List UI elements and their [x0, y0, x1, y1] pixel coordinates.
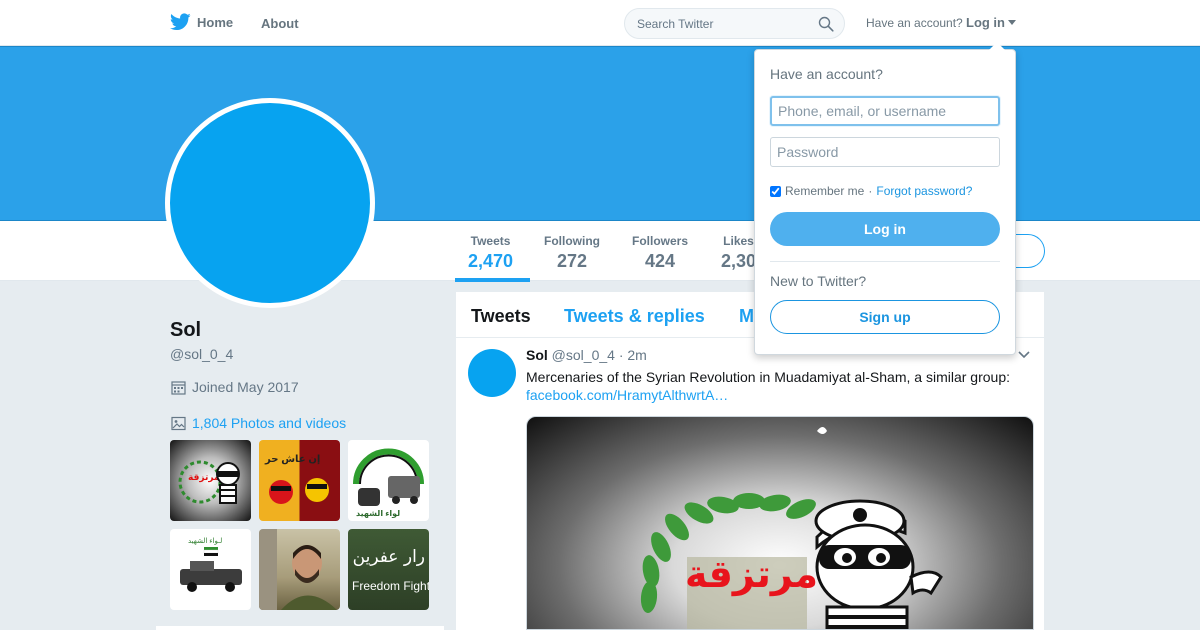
red-cartoon-thumbnail[interactable]: إن عاش حر [259, 440, 340, 521]
stat-followers[interactable]: Followers 424 [632, 234, 688, 272]
svg-text:لـواء الشهيد: لـواء الشهيد [188, 538, 222, 545]
tweet-link[interactable]: facebook.com/HramytAlthwrtA… [526, 387, 728, 403]
stat-following-label: Following [544, 234, 600, 248]
tweet-avatar[interactable] [468, 349, 516, 397]
top-navigation: Home About Search Twitter Have an accoun… [0, 0, 1200, 46]
caret-down-icon [1008, 20, 1016, 25]
nav-home-label: Home [197, 14, 234, 30]
tab-media[interactable]: M [739, 306, 754, 327]
photos-videos-link[interactable]: 1,804 Photos and videos [171, 415, 346, 431]
login-dropdown-toggle[interactable]: Log in [966, 15, 1016, 30]
stat-likes[interactable]: Likes 2,30 [721, 234, 756, 272]
svg-text:مرتزقة: مرتزقة [188, 472, 220, 483]
thumb-illustration: لـواء الشهيد [180, 538, 242, 592]
robber-cartoon [814, 427, 943, 629]
tab-tweets-replies[interactable]: Tweets & replies [564, 306, 705, 327]
stat-likes-label: Likes [723, 234, 754, 248]
nav-about-link[interactable]: About [261, 16, 299, 31]
stat-followers-label: Followers [632, 234, 689, 248]
password-field[interactable] [770, 137, 1000, 167]
twitter-bird-icon [170, 13, 191, 31]
thumb-freedom-text: Freedom Fighte [352, 579, 429, 593]
active-tab-underline [455, 278, 530, 282]
tweet-text: Mercenaries of the Syrian Revolution in … [526, 369, 1010, 385]
joined-label: Joined May 2017 [192, 379, 299, 395]
tweet-menu-chevron-icon[interactable] [1018, 351, 1030, 359]
profile-name[interactable]: Sol [170, 319, 201, 342]
tweet-separator: · [618, 347, 624, 363]
tab-tweets[interactable]: Tweets [471, 306, 531, 327]
search-placeholder: Search Twitter [637, 17, 714, 31]
tweet-media-image[interactable]: مرتزقة [526, 416, 1034, 630]
photo-grid: مرتزقة إن عاش حر لواء الشهيد لـواء الشهي… [170, 440, 430, 610]
thumb-illustration [259, 529, 337, 610]
photo-icon [171, 416, 186, 430]
media-overlay-text: مرتزقة [685, 552, 818, 596]
thumb-illustration: إن عاش حر [264, 454, 329, 504]
svg-text:لواء الشهيد: لواء الشهيد [356, 509, 400, 518]
dropdown-arrow [989, 42, 1005, 50]
login-dropdown: Have an account? Remember me · Forgot pa… [754, 49, 1016, 355]
thumb-afrin-text: رار عفرين [352, 547, 425, 567]
username-field[interactable] [770, 96, 1000, 126]
man-portrait-thumbnail[interactable] [259, 529, 340, 610]
remember-me-checkbox[interactable] [770, 185, 781, 197]
stat-tweets-value: 2,470 [468, 251, 514, 271]
vehicles-flag-thumbnail[interactable]: لـواء الشهيد [170, 529, 251, 610]
calendar-icon [171, 380, 186, 395]
left-panel-footer [156, 626, 444, 630]
thumb-illustration: لواء الشهيد [353, 448, 424, 518]
stat-following[interactable]: Following 272 [544, 234, 600, 272]
login-button[interactable]: Log in [770, 212, 1000, 246]
stat-following-value: 272 [556, 251, 588, 271]
svg-text:إن عاش حر: إن عاش حر [264, 454, 320, 465]
search-input[interactable]: Search Twitter [624, 8, 845, 39]
thumb-illustration: مرتزقة [178, 460, 240, 504]
search-icon[interactable] [818, 16, 834, 32]
remember-me-label[interactable]: Remember me [785, 184, 864, 198]
brigade-logo-thumbnail[interactable]: لواء الشهيد [348, 440, 429, 521]
profile-avatar[interactable] [165, 98, 375, 308]
dropdown-divider [770, 261, 1000, 262]
profile-handle[interactable]: @sol_0_4 [170, 346, 233, 362]
remember-me-row: Remember me · Forgot password? [770, 184, 972, 198]
photos-videos-label: 1,804 Photos and videos [192, 415, 347, 431]
joined-date: Joined May 2017 [171, 379, 299, 395]
stat-tweets-label: Tweets [470, 234, 511, 248]
stat-followers-value: 424 [644, 251, 676, 271]
nav-home-link[interactable]: Home [170, 13, 233, 31]
forgot-password-link[interactable]: Forgot password? [876, 184, 972, 198]
account-prompt: Have an account? [866, 16, 963, 30]
login-link-label: Log in [966, 15, 1005, 30]
tweet-author-name[interactable]: Sol [526, 347, 548, 363]
tweet-header: Sol @sol_0_4 · 2m [526, 347, 647, 363]
tweet-timestamp[interactable]: 2m [627, 347, 646, 363]
dropdown-title: Have an account? [770, 66, 883, 82]
tweet-author-handle[interactable]: @sol_0_4 [552, 347, 615, 363]
new-to-twitter-label: New to Twitter? [770, 273, 867, 289]
remember-separator: · [868, 184, 873, 198]
stat-likes-value: 2,30 [721, 251, 757, 271]
freedom-fighters-thumbnail[interactable]: رار عفرين Freedom Fighte [348, 529, 429, 610]
robber-cartoon-thumbnail[interactable]: مرتزقة [170, 440, 251, 521]
signup-button[interactable]: Sign up [770, 300, 1000, 334]
stat-tweets[interactable]: Tweets 2,470 [468, 234, 513, 272]
media-illustration: مرتزقة [640, 427, 943, 629]
